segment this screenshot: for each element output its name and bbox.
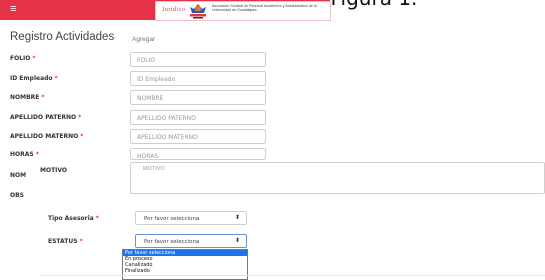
page-subtitle: Agregar — [132, 36, 156, 43]
tipo-asesoria-select[interactable]: Por favor selecciona ⬍ — [135, 211, 247, 225]
motivo-textarea[interactable]: MOTIVO — [130, 162, 545, 194]
id-empleado-field[interactable]: ID Empleado — [130, 71, 266, 86]
required-mark: * — [54, 75, 58, 82]
organization-name: Asociación Sindical de Personal Académic… — [212, 4, 317, 13]
required-mark: * — [32, 55, 36, 62]
tipo-asesoria-label-text: Tipo Asesoria — [48, 215, 94, 222]
horas-label-text: HORAS — [10, 151, 34, 158]
folio-label: FOLIO * — [10, 55, 36, 62]
page-title: Registro Actividades — [10, 31, 115, 43]
tipo-asesoria-label: Tipo Asesoria * — [48, 215, 99, 222]
folio-label-text: FOLIO — [10, 55, 31, 62]
motivo-label: MOTIVO — [40, 167, 68, 174]
nombre-placeholder: NOMBRE — [137, 94, 164, 102]
tipo-asesoria-value: Por favor selecciona — [144, 215, 200, 222]
id-empleado-label-text: ID Empleado — [10, 75, 53, 82]
required-mark: * — [41, 94, 45, 101]
brand-banner[interactable]: Jurídico Asociación Sindical de Personal… — [155, 1, 331, 21]
apellido-paterno-field[interactable]: APELLIDO PATERNO — [130, 110, 266, 125]
horas-label: HORAS * — [10, 151, 39, 158]
nom-label: NOM — [10, 172, 27, 179]
required-mark: * — [95, 215, 99, 222]
required-mark: * — [79, 238, 83, 245]
select-caret-icon: ⬍ — [234, 215, 240, 221]
required-mark: * — [35, 151, 39, 158]
apellido-materno-placeholder: APELLIDO MATERNO — [137, 133, 198, 141]
apellido-materno-label: APELLIDO MATERNO * — [10, 133, 83, 140]
id-empleado-placeholder: ID Empleado — [137, 75, 176, 83]
apellido-paterno-placeholder: APELLIDO PATERNO — [137, 114, 196, 122]
estatus-label: ESTATUS * — [48, 238, 83, 245]
hamburger-icon[interactable]: ≡ — [10, 3, 16, 15]
nombre-field[interactable]: NOMBRE — [130, 90, 266, 105]
divider — [40, 275, 545, 276]
nombre-label: NOMBRE * — [10, 94, 45, 101]
seal-logo-icon — [190, 4, 206, 19]
brand-text: Jurídico — [162, 7, 186, 13]
id-empleado-label: ID Empleado * — [10, 75, 58, 82]
apellido-materno-label-text: APELLIDO MATERNO — [10, 133, 79, 140]
apellido-paterno-label-text: APELLIDO PATERNO — [10, 114, 77, 121]
horas-placeholder: HORAS — [137, 152, 159, 160]
folio-placeholder: FOLIO — [137, 56, 156, 64]
estatus-label-text: ESTATUS — [48, 238, 78, 245]
folio-field[interactable]: FOLIO — [130, 52, 266, 67]
required-mark: * — [78, 114, 82, 121]
obs-label: OBS — [10, 192, 24, 199]
apellido-materno-field[interactable]: APELLIDO MATERNO — [130, 129, 266, 144]
estatus-select[interactable]: Por favor selecciona ⬍ — [135, 234, 247, 248]
select-caret-icon: ⬍ — [234, 238, 240, 244]
required-mark: * — [80, 133, 84, 140]
estatus-value: Por favor selecciona — [144, 238, 200, 245]
apellido-paterno-label: APELLIDO PATERNO * — [10, 114, 81, 121]
horas-field[interactable]: HORAS — [130, 148, 266, 160]
motivo-placeholder: MOTIVO — [143, 166, 165, 172]
dropdown-option[interactable]: Finalizado — [123, 268, 247, 274]
nombre-label-text: NOMBRE — [10, 94, 40, 101]
